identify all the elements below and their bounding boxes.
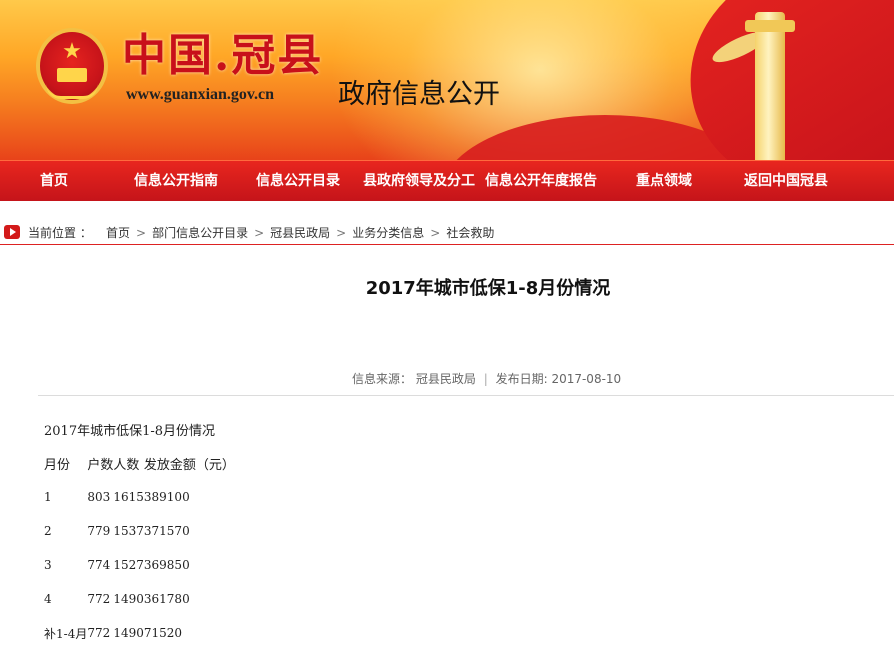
cell-month: 2 (44, 524, 52, 538)
cell-households: 779 (87, 524, 111, 538)
emblem-gate (57, 68, 87, 82)
chevron-right-icon: > (336, 226, 347, 240)
nav-item-annual-report[interactable]: 信息公开年度报告 (485, 161, 597, 201)
cell-people: 1527 (113, 558, 144, 572)
col-month: 月份 (44, 457, 71, 473)
nav-item-catalog[interactable]: 信息公开目录 (256, 161, 340, 201)
huabiao-column (755, 12, 785, 160)
nav-item-return-home[interactable]: 返回中国冠县 (744, 161, 828, 201)
article-meta: 信息来源： 冠县民政局 | 发布日期: 2017-08-10 (352, 370, 621, 387)
cell-month: 1 (44, 490, 52, 504)
table-header-row: 月份 户数 人数 发放金额（元） (44, 446, 235, 480)
cell-amount: 389100 (143, 490, 190, 504)
breadcrumb-trail: 首页 > 部门信息公开目录 > 冠县民政局 > 业务分类信息 > 社会救助 (106, 222, 494, 244)
breadcrumb-business-category[interactable]: 业务分类信息 (352, 226, 424, 240)
cell-month: 补1-4月 (44, 626, 88, 641)
huabiao-top (745, 20, 795, 32)
cell-amount: 371570 (143, 524, 190, 538)
col-households: 户数 (87, 457, 114, 473)
cell-people: 1490 (113, 626, 144, 640)
meta-separator: | (483, 372, 488, 386)
emblem-ring (46, 84, 98, 99)
main-nav: 首页 信息公开指南 信息公开目录 县政府领导及分工 信息公开年度报告 重点领域 … (0, 160, 894, 201)
site-name: 中国.冠县 (122, 30, 324, 81)
table-row: 1 803 1615 389100 (44, 480, 235, 514)
col-amount: 发放金额（元） (143, 457, 235, 473)
chevron-right-icon: > (430, 226, 441, 240)
breadcrumb-home[interactable]: 首页 (106, 226, 130, 240)
cell-people: 1615 (113, 490, 144, 504)
content-divider (38, 395, 894, 396)
site-url: www.guanxian.gov.cn (126, 86, 275, 103)
national-emblem-icon: ★ (36, 28, 108, 104)
cell-amount: 71520 (143, 626, 183, 640)
col-people: 人数 (113, 457, 140, 473)
table-row: 3 774 1527 369850 (44, 548, 235, 582)
header-banner: ★ 中国.冠县 www.guanxian.gov.cn 政府信息公开 (0, 0, 894, 160)
cell-households: 774 (87, 558, 111, 572)
chevron-right-icon: > (136, 226, 147, 240)
article-title: 2017年城市低保1-8月份情况 (365, 278, 611, 299)
breadcrumb-civil-affairs[interactable]: 冠县民政局 (270, 226, 330, 240)
chevron-right-icon: > (254, 226, 265, 240)
cell-amount: 361780 (143, 592, 190, 606)
cell-month: 4 (44, 592, 52, 606)
cell-households: 772 (87, 592, 111, 606)
allowance-table: 月份 户数 人数 发放金额（元） 1 803 1615 389100 2 779… (44, 446, 235, 650)
date-label: 发布日期: (495, 372, 548, 386)
breadcrumb-dept-catalog[interactable]: 部门信息公开目录 (152, 226, 248, 240)
nav-item-key-areas[interactable]: 重点领域 (636, 161, 692, 201)
nav-item-home[interactable]: 首页 (40, 161, 68, 201)
cell-amount: 369850 (143, 558, 190, 572)
site-subtitle: 政府信息公开 (338, 79, 500, 110)
breadcrumb: 当前位置 ： 首页 > 部门信息公开目录 > 冠县民政局 > 业务分类信息 > 社会救助 (0, 222, 894, 245)
cell-people: 1490 (113, 592, 144, 606)
cell-people: 1537 (113, 524, 144, 538)
source-value: 冠县民政局 (415, 372, 476, 386)
star-icon: ★ (62, 39, 82, 64)
table-row: 补1-4月 772 1490 71520 (44, 616, 235, 650)
date-value: 2017-08-10 (551, 372, 622, 386)
content-heading: 2017年城市低保1-8月份情况 (44, 424, 216, 439)
breadcrumb-label: 当前位置 ： (28, 226, 92, 240)
play-icon (4, 225, 20, 239)
source-label: 信息来源： (352, 372, 413, 386)
cell-households: 772 (87, 626, 111, 640)
cell-month: 3 (44, 558, 52, 572)
table-row: 4 772 1490 361780 (44, 582, 235, 616)
nav-item-leaders[interactable]: 县政府领导及分工 (363, 161, 475, 201)
breadcrumb-social-assistance[interactable]: 社会救助 (446, 226, 494, 240)
cell-households: 803 (87, 490, 111, 504)
nav-item-guide[interactable]: 信息公开指南 (134, 161, 218, 201)
table-row: 2 779 1537 371570 (44, 514, 235, 548)
